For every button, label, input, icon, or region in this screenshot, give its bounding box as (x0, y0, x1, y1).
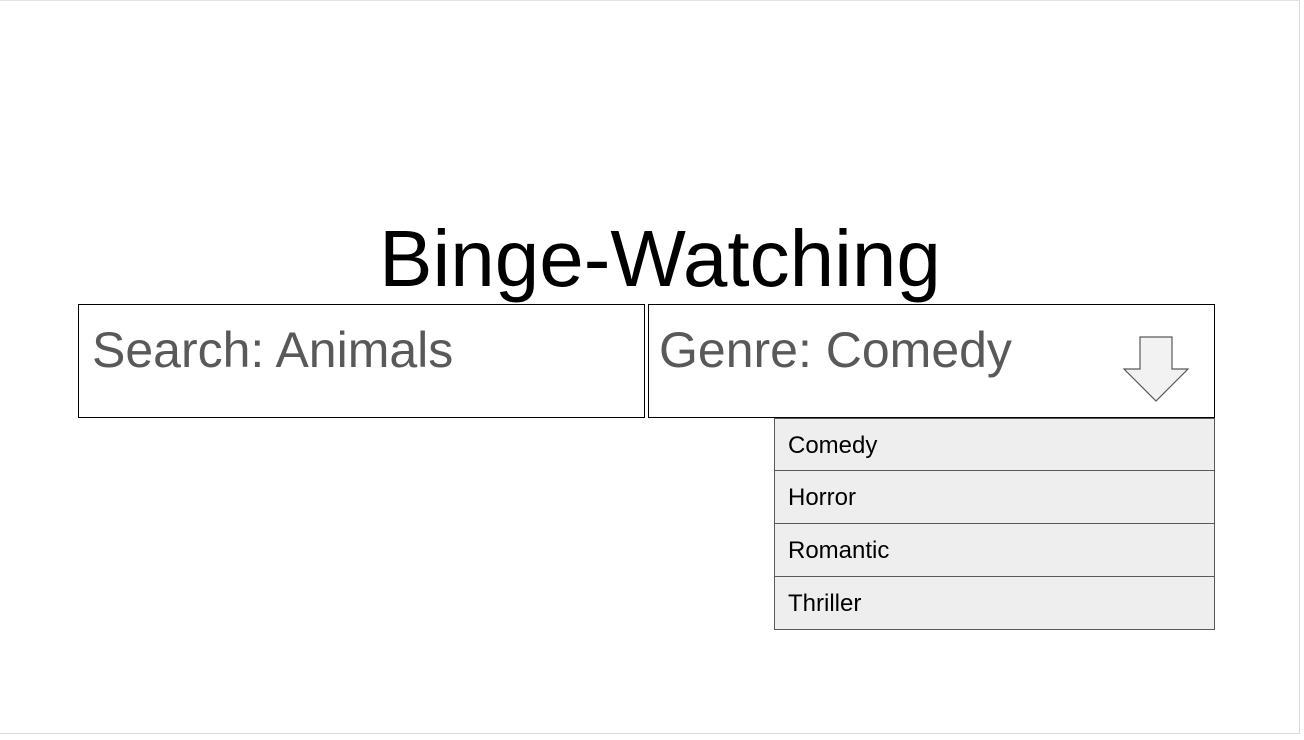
search-input-value: Search: Animals (92, 322, 454, 378)
arrow-down-icon[interactable] (1123, 336, 1189, 402)
genre-selected-value: Genre: Comedy (659, 322, 1012, 378)
genre-option-horror[interactable]: Horror (774, 471, 1215, 524)
genre-option-thriller[interactable]: Thriller (774, 577, 1215, 630)
page-title: Binge-Watching (379, 214, 941, 303)
slide-canvas: Binge-Watching Search: Animals Genre: Co… (0, 0, 1300, 734)
genre-option-romantic[interactable]: Romantic (774, 524, 1215, 577)
genre-options-list: Comedy Horror Romantic Thriller (774, 418, 1215, 630)
genre-option-comedy[interactable]: Comedy (774, 418, 1215, 471)
search-input[interactable]: Search: Animals (78, 304, 645, 418)
genre-dropdown[interactable]: Genre: Comedy (648, 304, 1215, 418)
